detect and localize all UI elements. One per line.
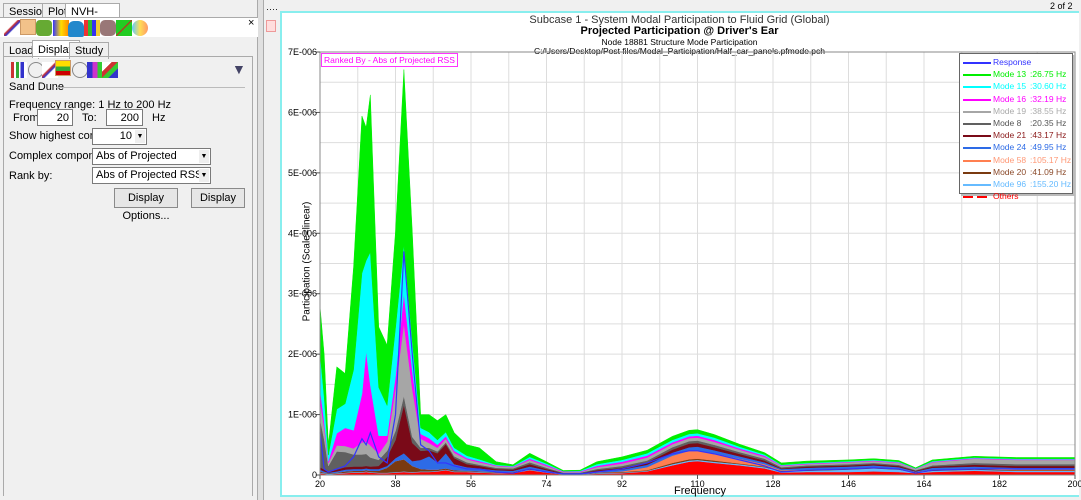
legend-frequency: :41.09 Hz [1030,166,1067,177]
legend-item: Mode 19:38.55 Hz [960,106,1072,118]
y-axis-label: Participation (Scale=linear) [301,201,313,322]
y-tick-label: 1E-006 [288,410,317,420]
legend-swatch [963,122,991,125]
legend-label: Mode 21 [993,130,1027,141]
legend-label: Mode 96 [993,178,1027,189]
legend-frequency: :20.35 Hz [1030,117,1067,128]
legend-label: Others [993,191,1019,202]
legend-item: Mode 15:30.60 Hz [960,81,1072,93]
x-tick-label: 128 [765,479,780,489]
legend-swatch [963,196,991,199]
y-tick-label: 0 [312,470,317,480]
legend-label: Mode 15 [993,81,1027,92]
legend-frequency: :43.17 Hz [1030,130,1067,141]
legend-swatch [963,135,991,138]
legend-item: Mode 13:26.75 Hz [960,69,1072,81]
x-tick-label: 20 [315,479,325,489]
x-tick-label: 164 [916,479,931,489]
legend-frequency: :105.17 Hz [1030,154,1072,165]
x-axis-label: Frequency [674,485,726,497]
legend-swatch [963,171,991,174]
legend-label: Mode 16 [993,93,1027,104]
legend-frequency: :38.55 Hz [1030,105,1067,116]
x-tick-label: 92 [617,479,627,489]
legend-item: Others [960,191,1072,203]
x-tick-label: 200 [1067,479,1081,489]
legend-label: Mode 20 [993,166,1027,177]
legend-swatch [963,159,991,162]
legend: Response Mode 13:26.75 Hz Mode 15:30.60 Hz… [959,53,1073,201]
legend-swatch [963,98,991,101]
y-tick-label: 6E-006 [288,107,317,117]
legend-frequency: :49.95 Hz [1030,142,1067,153]
x-tick-label: 38 [390,479,400,489]
legend-label: Mode 8 [993,117,1022,128]
legend-item: Mode 96:155.20 Hz [960,179,1072,191]
sand-dune-chart[interactable]: 20 38 56 74 92 110 128 146 164 182 20001E-0062E-00… [0,0,1081,500]
legend-frequency: :155.20 Hz [1030,178,1072,189]
legend-frequency: :30.60 Hz [1030,81,1067,92]
x-tick-label: 74 [541,479,551,489]
y-tick-label: 7E-006 [288,47,317,57]
ranked-by-annotation: Ranked By - Abs of Projected RSS [321,53,458,67]
legend-item: Mode 8 :20.35 Hz [960,118,1072,130]
legend-label: Response [993,57,1032,67]
legend-item: Mode 20:41.09 Hz [960,167,1072,179]
legend-swatch [963,62,991,64]
legend-label: Mode 13 [993,69,1027,80]
legend-label: Mode 19 [993,105,1027,116]
legend-frequency: :26.75 Hz [1030,69,1067,80]
legend-swatch [963,110,991,113]
legend-label: Mode 24 [993,142,1027,153]
x-tick-label: 146 [841,479,856,489]
y-tick-label: 5E-006 [288,168,317,178]
legend-swatch [963,74,991,77]
legend-item: Mode 24:49.95 Hz [960,142,1072,154]
legend-item: Response [960,57,1072,69]
y-tick-label: 2E-006 [288,349,317,359]
legend-swatch [963,183,991,186]
legend-swatch [963,147,991,150]
legend-swatch [963,86,991,89]
x-tick-label: 182 [992,479,1007,489]
legend-label: Mode 58 [993,154,1027,165]
legend-item: Mode 21:43.17 Hz [960,130,1072,142]
x-tick-label: 56 [466,479,476,489]
legend-item: Mode 16:32.19 Hz [960,94,1072,106]
legend-frequency: :32.19 Hz [1030,93,1067,104]
legend-item: Mode 58:105.17 Hz [960,155,1072,167]
